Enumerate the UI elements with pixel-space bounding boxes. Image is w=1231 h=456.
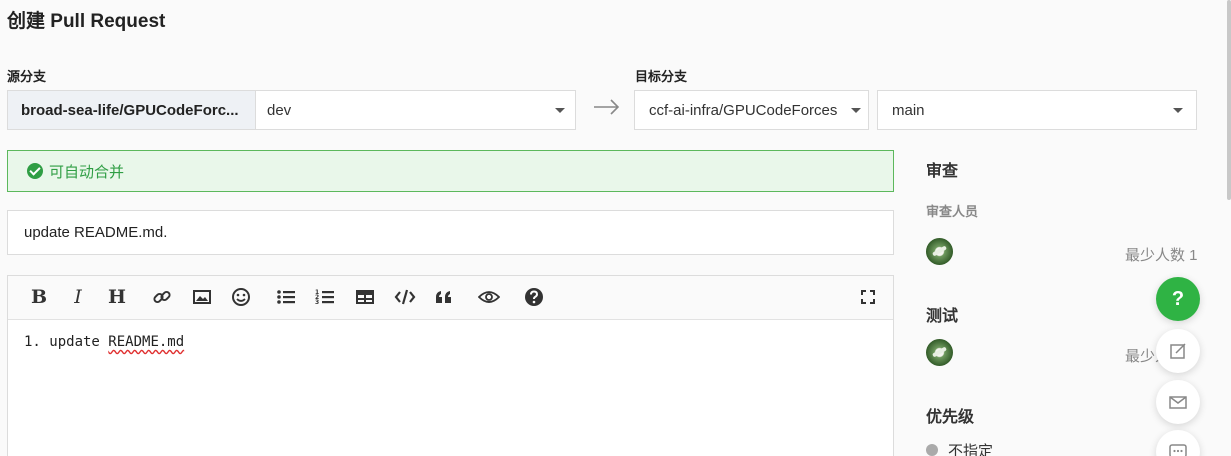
description-editor: B I H 1 2 3 1. update README.md [7,275,894,456]
chat-icon [1169,444,1187,456]
target-branch-value: main [892,101,925,119]
heading-button[interactable]: H [106,286,128,308]
italic-icon: I [74,286,82,308]
chevron-down-icon [1173,108,1183,113]
link-button[interactable] [151,286,173,308]
pr-title-input[interactable]: update README.md. [7,210,894,255]
description-textarea[interactable]: 1. update README.md [8,320,893,364]
floating-help-button[interactable]: ? [1156,277,1200,321]
source-branch-value: dev [267,101,292,119]
create-pr-page: 创建 Pull Request 源分支 目标分支 broad-sea-life/… [0,0,1231,456]
edit-icon [1170,343,1186,359]
fullscreen-icon [861,290,875,304]
editor-text-prefix: 1. update [24,334,109,350]
heading-icon: H [108,286,126,308]
chevron-down-icon [851,108,861,113]
fullscreen-button[interactable] [857,286,879,308]
eye-icon [478,291,500,303]
floating-feedback-button[interactable] [1156,329,1200,373]
help-button[interactable] [523,286,545,308]
question-icon [525,288,543,306]
image-button[interactable] [191,286,213,308]
target-repo-value: ccf-ai-infra/GPUCodeForces [649,101,838,119]
image-icon [193,290,211,304]
chevron-down-icon [555,108,565,113]
numbered-list-icon: 1 2 3 [315,289,334,306]
editor-text-word: README.md [108,334,185,350]
floating-chat-button[interactable] [1156,430,1200,456]
source-branch-label: 源分支 [7,69,47,84]
priority-value[interactable]: 不指定 [948,440,993,456]
review-heading: 审查 [926,163,959,180]
target-branch-dropdown[interactable]: main [877,90,1197,130]
priority-heading: 优先级 [926,409,975,426]
priority-dot-icon [926,444,938,456]
bold-icon: B [30,286,48,308]
table-icon [356,290,374,304]
link-icon [153,290,171,304]
quote-button[interactable] [433,286,455,308]
editor-toolbar: B I H 1 2 3 [8,276,893,320]
bold-button[interactable]: B [28,286,50,308]
bullet-list-button[interactable] [275,286,297,308]
pr-title-value: update README.md. [24,224,168,241]
test-heading: 测试 [926,308,959,325]
target-branch-label: 目标分支 [635,69,688,84]
review-min-count: 最少人数 1 [1125,247,1198,264]
merge-status-banner: 可自动合并 [7,150,894,192]
emoji-icon [232,288,250,306]
table-button[interactable] [354,286,376,308]
arrow-right-icon [594,99,620,115]
question-icon: ? [1171,287,1185,310]
quote-icon [436,291,451,303]
reviewers-label: 审查人员 [926,204,979,219]
page-title: 创建 Pull Request [7,11,166,32]
source-repo[interactable]: broad-sea-life/GPUCodeForc... [8,91,256,129]
numbered-list-button[interactable]: 1 2 3 [314,286,336,308]
svg-text:3: 3 [315,299,319,306]
code-icon [394,289,416,305]
bullet-list-icon [277,290,295,304]
reviewer-avatar[interactable] [926,238,953,265]
source-branch-dropdown[interactable]: dev [256,91,575,129]
italic-button[interactable]: I [67,286,89,308]
check-circle-icon [27,163,43,179]
source-branch-selector: broad-sea-life/GPUCodeForc... dev [7,90,576,130]
tester-avatar[interactable] [926,339,953,366]
emoji-button[interactable] [230,286,252,308]
code-button[interactable] [394,286,416,308]
merge-status-text: 可自动合并 [49,163,125,181]
preview-button[interactable] [477,286,501,308]
target-repo-dropdown[interactable]: ccf-ai-infra/GPUCodeForces [634,90,869,130]
floating-mail-button[interactable] [1156,380,1200,424]
mail-icon [1169,396,1187,409]
page-scrollbar[interactable] [1227,0,1231,200]
